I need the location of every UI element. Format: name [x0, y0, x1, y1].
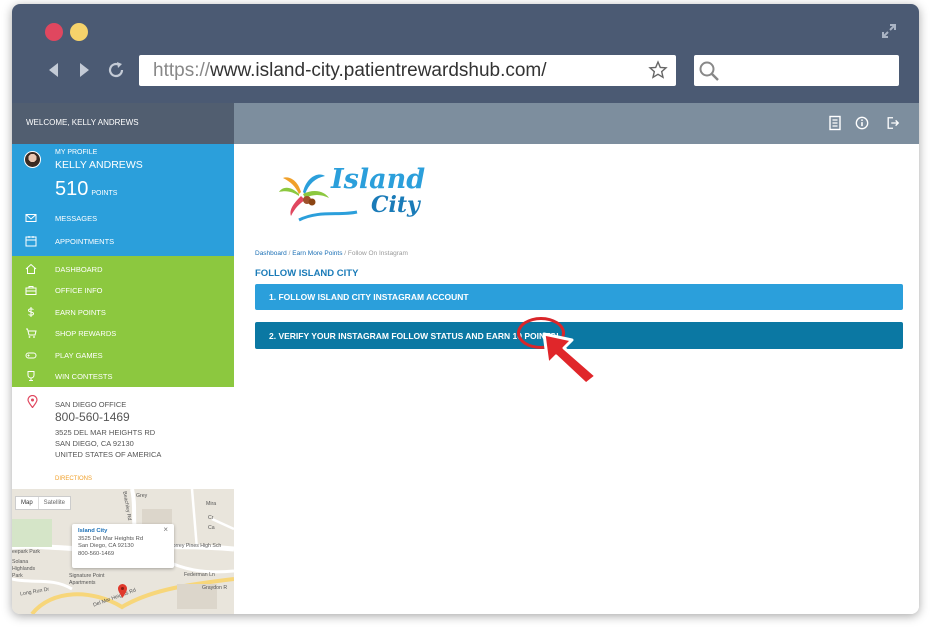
close-window-button[interactable] [45, 23, 63, 41]
points-value: 510 [55, 178, 89, 200]
breadcrumb-dashboard[interactable]: Dashboard [255, 250, 287, 257]
my-profile-link[interactable]: MY PROFILE [55, 149, 97, 156]
sidebar-item-messages[interactable]: MESSAGES [12, 208, 234, 229]
sidebar-item-office-info[interactable]: OFFICE INFO [12, 280, 234, 301]
back-icon[interactable] [44, 60, 64, 80]
star-icon[interactable] [648, 60, 668, 80]
dollar-icon [27, 307, 35, 317]
browser-window: https://www.island-city.patientrewardshu… [12, 4, 919, 614]
cart-icon [26, 328, 37, 338]
home-icon [25, 263, 37, 274]
url-text: https://www.island-city.patientrewardshu… [153, 60, 547, 81]
map-info-card: Island City 3525 Del Mar Heights Rd San … [72, 524, 174, 568]
sidebar: WELCOME, KELLY ANDREWS MY PROFILE KELLY … [12, 103, 234, 614]
follow-instagram-button[interactable]: 1. FOLLOW ISLAND CITY INSTAGRAM ACCOUNT [255, 284, 903, 310]
directions-link[interactable]: DIRECTIONS [55, 476, 92, 482]
envelope-icon [25, 214, 37, 222]
reload-icon[interactable] [106, 60, 126, 80]
close-icon[interactable]: × [163, 526, 168, 534]
office-map[interactable]: Torrey Pines High Sch Federman Ln Graydo… [12, 489, 234, 614]
minimize-window-button[interactable] [70, 23, 88, 41]
browser-search-field[interactable] [694, 55, 899, 86]
breadcrumb: Dashboard / Earn More Points / Follow On… [255, 250, 408, 257]
points-display: 510 POINTS [55, 178, 117, 201]
gamepad-icon [25, 352, 37, 359]
logo-text-top: Island [330, 164, 425, 195]
logout-icon[interactable] [886, 115, 900, 131]
location-pin-icon [27, 395, 38, 408]
expand-icon[interactable] [881, 23, 897, 39]
avatar[interactable] [24, 151, 41, 168]
top-bar [234, 103, 919, 144]
sidebar-item-dashboard[interactable]: DASHBOARD [12, 259, 234, 280]
main-menu: DASHBOARD OFFICE INFO EARN POINTS SHOP R… [12, 256, 234, 387]
page-title: FOLLOW ISLAND CITY [255, 268, 359, 279]
forward-icon[interactable] [74, 60, 94, 80]
map-marker-icon[interactable] [118, 584, 127, 598]
sidebar-item-earn-points[interactable]: EARN POINTS [12, 302, 234, 323]
sidebar-item-appointments[interactable]: APPOINTMENTS [12, 231, 234, 252]
welcome-text: WELCOME, KELLY ANDREWS [12, 103, 234, 144]
document-icon[interactable] [828, 115, 842, 131]
trophy-icon [27, 371, 35, 381]
island-city-logo: Island City [279, 164, 425, 222]
info-icon[interactable] [855, 115, 869, 131]
breadcrumb-current: Follow On Instagram [347, 250, 408, 257]
satellite-tab[interactable]: Satellite [37, 497, 70, 509]
points-label: POINTS [91, 190, 118, 197]
pointer-arrow-icon [542, 332, 598, 386]
profile-panel: MY PROFILE KELLY ANDREWS 510 POINTS MESSA… [12, 144, 234, 256]
office-phone[interactable]: 800-560-1469 [55, 410, 130, 424]
office-address: 3525 DEL MAR HEIGHTS RD SAN DIEGO, CA 92… [55, 428, 162, 459]
user-name: KELLY ANDREWS [55, 159, 143, 171]
office-info-panel: SAN DIEGO OFFICE 800-560-1469 3525 DEL M… [12, 387, 234, 489]
sidebar-item-shop-rewards[interactable]: SHOP REWARDS [12, 323, 234, 344]
map-tab[interactable]: Map [16, 497, 38, 509]
calendar-icon [25, 236, 37, 247]
address-bar[interactable]: https://www.island-city.patientrewardshu… [139, 55, 676, 86]
briefcase-icon [25, 286, 37, 295]
sidebar-item-win-contests[interactable]: WIN CONTESTS [12, 366, 234, 387]
logo-text-bottom: City [371, 192, 422, 218]
office-name: SAN DIEGO OFFICE [55, 400, 127, 409]
map-type-toggle: Map Satellite [15, 496, 72, 510]
browser-chrome: https://www.island-city.patientrewardshu… [12, 4, 919, 288]
sidebar-item-play-games[interactable]: PLAY GAMES [12, 345, 234, 366]
search-icon [699, 61, 719, 81]
breadcrumb-earn-more-points[interactable]: Earn More Points [292, 250, 342, 257]
